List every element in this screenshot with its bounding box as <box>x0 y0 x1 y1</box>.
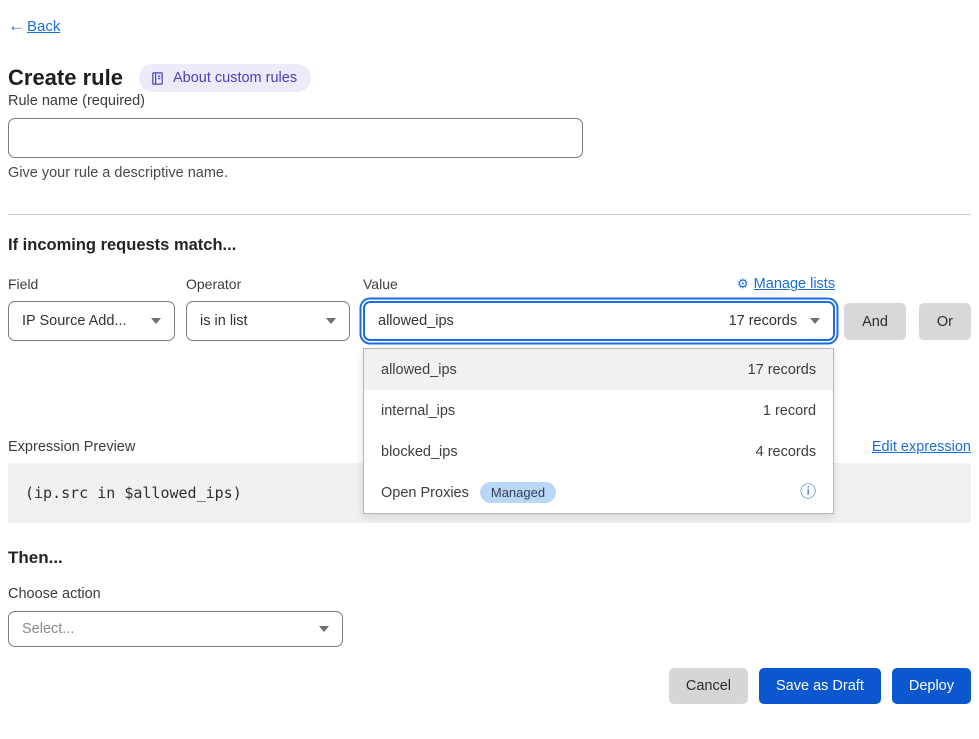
list-item-detail: 4 records <box>756 444 816 460</box>
list-item-name: blocked_ips <box>381 444 458 460</box>
action-select-placeholder: Select... <box>22 621 74 637</box>
field-select[interactable]: IP Source Add... <box>8 301 175 341</box>
section-divider <box>8 214 971 215</box>
create-rule-page: ← Back Create rule About custom rules Ru… <box>0 0 979 704</box>
condition-row: Field IP Source Add... Operator is in li… <box>8 276 971 341</box>
manage-lists-link[interactable]: ⚙ Manage lists <box>737 276 835 292</box>
back-link-label: Back <box>27 18 60 35</box>
cancel-button[interactable]: Cancel <box>669 668 748 704</box>
operator-select-value: is in list <box>200 313 248 329</box>
and-button[interactable]: And <box>844 303 906 340</box>
field-column: Field IP Source Add... <box>8 276 175 341</box>
connector-buttons: And Or <box>844 276 971 340</box>
expression-code: (ip.src in $allowed_ips) <box>25 484 242 502</box>
list-item-name: Open Proxies <box>381 485 469 501</box>
then-section-heading: Then... <box>8 548 971 568</box>
action-select[interactable]: Select... <box>8 611 343 647</box>
info-icon[interactable]: ⓘ <box>800 485 816 501</box>
rule-name-label: Rule name (required) <box>8 93 145 109</box>
chevron-down-icon <box>319 626 329 632</box>
list-item-blocked-ips[interactable]: blocked_ips 4 records <box>364 431 833 472</box>
value-label-row: Value ⚙ Manage lists <box>363 276 835 292</box>
rule-name-input[interactable] <box>8 118 583 158</box>
operator-label: Operator <box>186 276 350 292</box>
back-link[interactable]: ← Back <box>8 16 971 36</box>
operator-select[interactable]: is in list <box>186 301 350 341</box>
list-item-open-proxies[interactable]: Open Proxies Managed ⓘ <box>364 472 833 513</box>
chevron-down-icon <box>326 318 336 324</box>
match-section-heading: If incoming requests match... <box>8 236 971 255</box>
managed-badge: Managed <box>480 482 556 503</box>
title-row: Create rule About custom rules <box>8 64 971 92</box>
deploy-button[interactable]: Deploy <box>892 668 971 704</box>
list-dropdown-panel: allowed_ips 17 records internal_ips 1 re… <box>363 348 834 514</box>
value-select-value: allowed_ips <box>378 313 454 329</box>
gear-icon: ⚙ <box>737 276 749 292</box>
value-label: Value <box>363 276 398 292</box>
value-records-count: 17 records <box>729 313 798 329</box>
choose-action-label: Choose action <box>8 586 971 602</box>
about-custom-rules-link[interactable]: About custom rules <box>139 64 311 92</box>
list-item-name: internal_ips <box>381 403 455 419</box>
chevron-down-icon <box>151 318 161 324</box>
book-icon <box>150 71 165 86</box>
footer-actions: Cancel Save as Draft Deploy <box>8 668 971 704</box>
list-item-allowed-ips[interactable]: allowed_ips 17 records <box>364 349 833 390</box>
chevron-down-icon <box>810 318 820 324</box>
manage-lists-label: Manage lists <box>754 276 835 292</box>
about-pill-label: About custom rules <box>173 70 297 86</box>
list-item-detail: 1 record <box>763 403 816 419</box>
operator-column: Operator is in list <box>186 276 350 341</box>
list-item-internal-ips[interactable]: internal_ips 1 record <box>364 390 833 431</box>
value-column: Value ⚙ Manage lists allowed_ips 17 reco… <box>363 276 835 341</box>
expression-preview-label: Expression Preview <box>8 439 135 455</box>
field-label: Field <box>8 276 175 292</box>
list-item-name: allowed_ips <box>381 362 457 378</box>
list-item-detail: 17 records <box>748 362 817 378</box>
save-as-draft-button[interactable]: Save as Draft <box>759 668 881 704</box>
field-select-value: IP Source Add... <box>22 313 127 329</box>
or-button[interactable]: Or <box>919 303 971 340</box>
value-select[interactable]: allowed_ips 17 records <box>363 301 835 341</box>
edit-expression-link[interactable]: Edit expression <box>872 439 971 455</box>
page-title: Create rule <box>8 65 123 91</box>
rule-name-helper: Give your rule a descriptive name. <box>8 165 971 181</box>
back-arrow-icon: ← <box>8 16 25 36</box>
value-select-right: 17 records <box>729 313 821 329</box>
list-item-left: Open Proxies Managed <box>381 482 556 503</box>
